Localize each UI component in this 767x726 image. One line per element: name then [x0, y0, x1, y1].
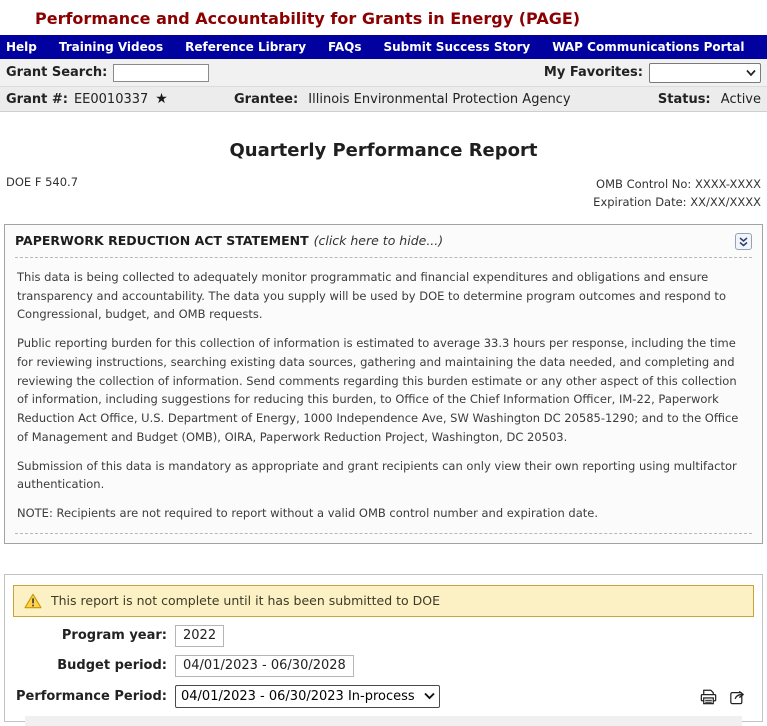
expiration-date: Expiration Date: XX/XX/XXXX — [593, 195, 761, 209]
nav-item-wap-communications-portal[interactable]: WAP Communications Portal — [541, 40, 755, 54]
warning-text: This report is not complete until it has… — [51, 593, 440, 608]
pra-paragraph: Submission of this data is mandatory as … — [17, 457, 750, 494]
nav-item-training-videos[interactable]: Training Videos — [48, 40, 174, 54]
form-meta-row: DOE F 540.7 OMB Control No: XXXX-XXXX Ex… — [0, 175, 767, 211]
warning-banner: This report is not complete until it has… — [13, 585, 754, 617]
my-favorites-label: My Favorites: — [544, 65, 643, 80]
nav-item-faqs[interactable]: FAQs — [317, 40, 372, 54]
nav-row: Help Training Videos Reference Library F… — [0, 35, 767, 59]
performance-period-label: Performance Period: — [13, 689, 175, 704]
report-title: Quarterly Performance Report — [0, 140, 767, 162]
performance-period-row: Performance Period: 04/01/2023 - 06/30/2… — [13, 685, 754, 708]
nav-item-help[interactable]: Help — [0, 40, 48, 54]
grant-search-label: Grant Search: — [6, 65, 107, 80]
program-year-value: 2022 — [175, 625, 224, 647]
program-year-label: Program year: — [13, 628, 175, 643]
grantee-value: Illinois Environmental Protection Agency — [308, 92, 570, 107]
status-value: Active — [721, 92, 761, 107]
warning-triangle-icon — [24, 593, 42, 609]
grant-number-label: Grant #: — [6, 92, 68, 107]
form-number: DOE F 540.7 — [6, 175, 78, 211]
grant-search-bar: Grant Search: My Favorites: — [0, 59, 767, 87]
grant-info-bar: Grant #: EE0010337 ★ Grantee: Illinois E… — [0, 87, 767, 112]
navbar: Help Training Videos Reference Library F… — [0, 35, 767, 59]
pra-paragraph: This data is being collected to adequate… — [17, 268, 750, 324]
budget-period-label: Budget period: — [13, 658, 175, 673]
pra-hide-link[interactable]: (click here to hide...) — [314, 233, 444, 249]
pra-collapse-button[interactable] — [735, 233, 752, 250]
report-status-panel: This report is not complete until it has… — [4, 574, 763, 722]
pra-paragraph: NOTE: Recipients are not required to rep… — [17, 504, 750, 523]
dashed-divider-bottom — [15, 533, 752, 534]
performance-period-select[interactable]: 04/01/2023 - 06/30/2023 In-process — [175, 685, 440, 708]
grantee-label: Grantee: — [234, 92, 298, 107]
pra-heading: PAPERWORK REDUCTION ACT STATEMENT — [15, 233, 309, 249]
nav-item-logout[interactable]: Logout — [755, 40, 767, 54]
panel-footer-strip — [25, 716, 742, 726]
status-label: Status: — [658, 92, 711, 107]
pra-paragraph: Public reporting burden for this collect… — [17, 334, 750, 446]
page-title: Performance and Accountability for Grant… — [35, 9, 767, 28]
budget-period-value: 04/01/2023 - 06/30/2028 — [175, 655, 354, 677]
dashed-divider-top — [15, 257, 752, 258]
grant-number-value: EE0010337 — [74, 92, 148, 107]
nav-item-reference-library[interactable]: Reference Library — [174, 40, 317, 54]
pra-statement-box: PAPERWORK REDUCTION ACT STATEMENT (click… — [4, 224, 763, 544]
budget-period-row: Budget period: 04/01/2023 - 06/30/2028 — [13, 655, 754, 677]
nav-item-submit-success-story[interactable]: Submit Success Story — [373, 40, 542, 54]
my-favorites-select[interactable] — [649, 63, 761, 83]
program-year-row: Program year: 2022 — [13, 625, 754, 647]
favorite-star-icon[interactable]: ★ — [155, 91, 168, 107]
grant-search-input[interactable] — [113, 64, 209, 82]
omb-control-number: OMB Control No: XXXX-XXXX — [596, 177, 761, 191]
double-chevron-down-icon — [738, 236, 749, 248]
